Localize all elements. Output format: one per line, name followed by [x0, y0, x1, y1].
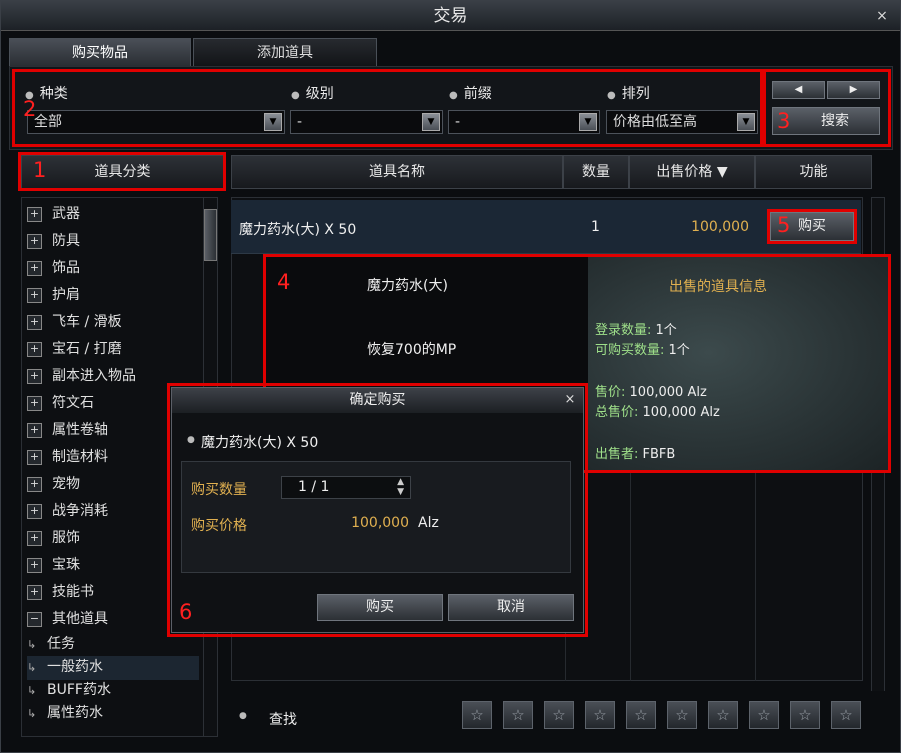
sidebar-item-label: 武器	[52, 206, 80, 222]
sidebar-subitem[interactable]: ↳ 属性药水	[27, 702, 217, 726]
sidebar-item-label: 护肩	[52, 287, 80, 303]
sidebar-subitem-label: 属性药水	[47, 705, 103, 721]
annotation-box-2	[12, 69, 763, 147]
favorite-star-icon[interactable]: ☆	[585, 701, 615, 729]
expand-icon[interactable]: +	[27, 422, 42, 438]
favorite-star-icon[interactable]: ☆	[667, 701, 697, 729]
footer-search-label: 查找	[269, 712, 297, 728]
expand-icon[interactable]: +	[27, 260, 42, 276]
sidebar-item[interactable]: + 武器	[27, 203, 207, 230]
favorite-star-icon[interactable]: ☆	[503, 701, 533, 729]
sidebar-item-label: 饰品	[52, 260, 80, 276]
expand-icon[interactable]: +	[27, 395, 42, 411]
expand-icon[interactable]: +	[27, 314, 42, 330]
sidebar-item-label: 宝石 / 打磨	[52, 341, 122, 357]
column-header-qty[interactable]: 数量	[563, 155, 629, 189]
expand-icon[interactable]: +	[27, 341, 42, 357]
annotation-number-2: 2	[23, 97, 37, 121]
sidebar-item[interactable]: + 饰品	[27, 257, 207, 284]
favorite-star-icon[interactable]: ☆	[749, 701, 779, 729]
window-titlebar: 交易	[1, 1, 900, 31]
annotation-number-5: 5	[777, 213, 791, 237]
column-header-name[interactable]: 道具名称	[231, 155, 563, 189]
sidebar-item-label: 属性卷轴	[52, 422, 108, 438]
column-header-price[interactable]: 出售价格 ▼	[629, 155, 755, 189]
expand-icon[interactable]: +	[27, 449, 42, 465]
annotation-number-4: 4	[277, 270, 291, 294]
sidebar-item-label: 技能书	[52, 584, 94, 600]
column-header-action: 功能	[755, 155, 872, 189]
sidebar-item-label: 服饰	[52, 530, 80, 546]
sidebar-item[interactable]: + 飞车 / 滑板	[27, 311, 207, 338]
sidebar-item-label: 战争消耗	[52, 503, 108, 519]
expand-icon[interactable]: +	[27, 368, 42, 384]
sidebar-subitem-label: 一般药水	[47, 659, 103, 675]
close-icon[interactable]: ×	[872, 1, 892, 31]
expand-icon[interactable]: +	[27, 233, 42, 249]
expand-icon[interactable]: +	[27, 557, 42, 573]
sidebar-subitem-label: BUFF药水	[47, 682, 111, 698]
window-title: 交易	[433, 6, 468, 26]
expand-icon[interactable]: +	[27, 503, 42, 519]
footer-bullet: ●	[239, 711, 247, 721]
sidebar-item-label: 其他道具	[52, 611, 108, 627]
collapse-icon[interactable]: −	[27, 611, 42, 627]
expand-icon[interactable]: +	[27, 287, 42, 303]
expand-icon[interactable]: +	[27, 476, 42, 492]
sidebar-item[interactable]: + 护肩	[27, 284, 207, 311]
annotation-box-1	[18, 152, 226, 191]
sidebar-item-label: 制造材料	[52, 449, 108, 465]
favorite-star-icon[interactable]: ☆	[462, 701, 492, 729]
expand-icon[interactable]: +	[27, 530, 42, 546]
sidebar-item-label: 宝珠	[52, 557, 80, 573]
sidebar-item-label: 副本进入物品	[52, 368, 136, 384]
sub-arrow-icon: ↳	[27, 684, 37, 697]
sidebar-item-label: 符文石	[52, 395, 94, 411]
annotation-number-1: 1	[33, 158, 47, 182]
sidebar-item[interactable]: + 宝石 / 打磨	[27, 338, 207, 365]
sub-arrow-icon: ↳	[27, 661, 37, 674]
favorite-star-icon[interactable]: ☆	[831, 701, 861, 729]
trade-window: 交易 × 购买物品 添加道具 ● 种类 全部 ▼ ● 级别 - ▼ ● 前缀 - ▼ ● 排列…	[0, 0, 901, 753]
sidebar-subitem[interactable]: ↳ BUFF药水	[27, 679, 217, 703]
annotation-number-3: 3	[777, 109, 791, 133]
favorite-star-icon[interactable]: ☆	[790, 701, 820, 729]
listing-name: 魔力药水(大) X 50	[239, 222, 357, 238]
sidebar-subitem-label: 任务	[47, 636, 75, 652]
sidebar-item[interactable]: + 防具	[27, 230, 207, 257]
annotation-box-3	[763, 69, 891, 147]
sub-arrow-icon: ↳	[27, 707, 37, 720]
listing-price: 100,000	[691, 219, 749, 235]
annotation-box-6	[167, 383, 588, 637]
favorite-star-icon[interactable]: ☆	[626, 701, 656, 729]
sidebar-subitem[interactable]: ↳ 一般药水	[27, 656, 199, 680]
favorite-star-icon[interactable]: ☆	[708, 701, 738, 729]
favorite-star-icon[interactable]: ☆	[544, 701, 574, 729]
sidebar-item-label: 宠物	[52, 476, 80, 492]
sub-arrow-icon: ↳	[27, 638, 37, 651]
sidebar-item-label: 防具	[52, 233, 80, 249]
tab-buy-items[interactable]: 购买物品	[9, 38, 191, 66]
sidebar-item-label: 飞车 / 滑板	[52, 314, 122, 330]
tab-add-items[interactable]: 添加道具	[193, 38, 377, 66]
annotation-number-6: 6	[179, 600, 193, 624]
expand-icon[interactable]: +	[27, 206, 42, 222]
listing-qty: 1	[591, 219, 600, 235]
expand-icon[interactable]: +	[27, 584, 42, 600]
